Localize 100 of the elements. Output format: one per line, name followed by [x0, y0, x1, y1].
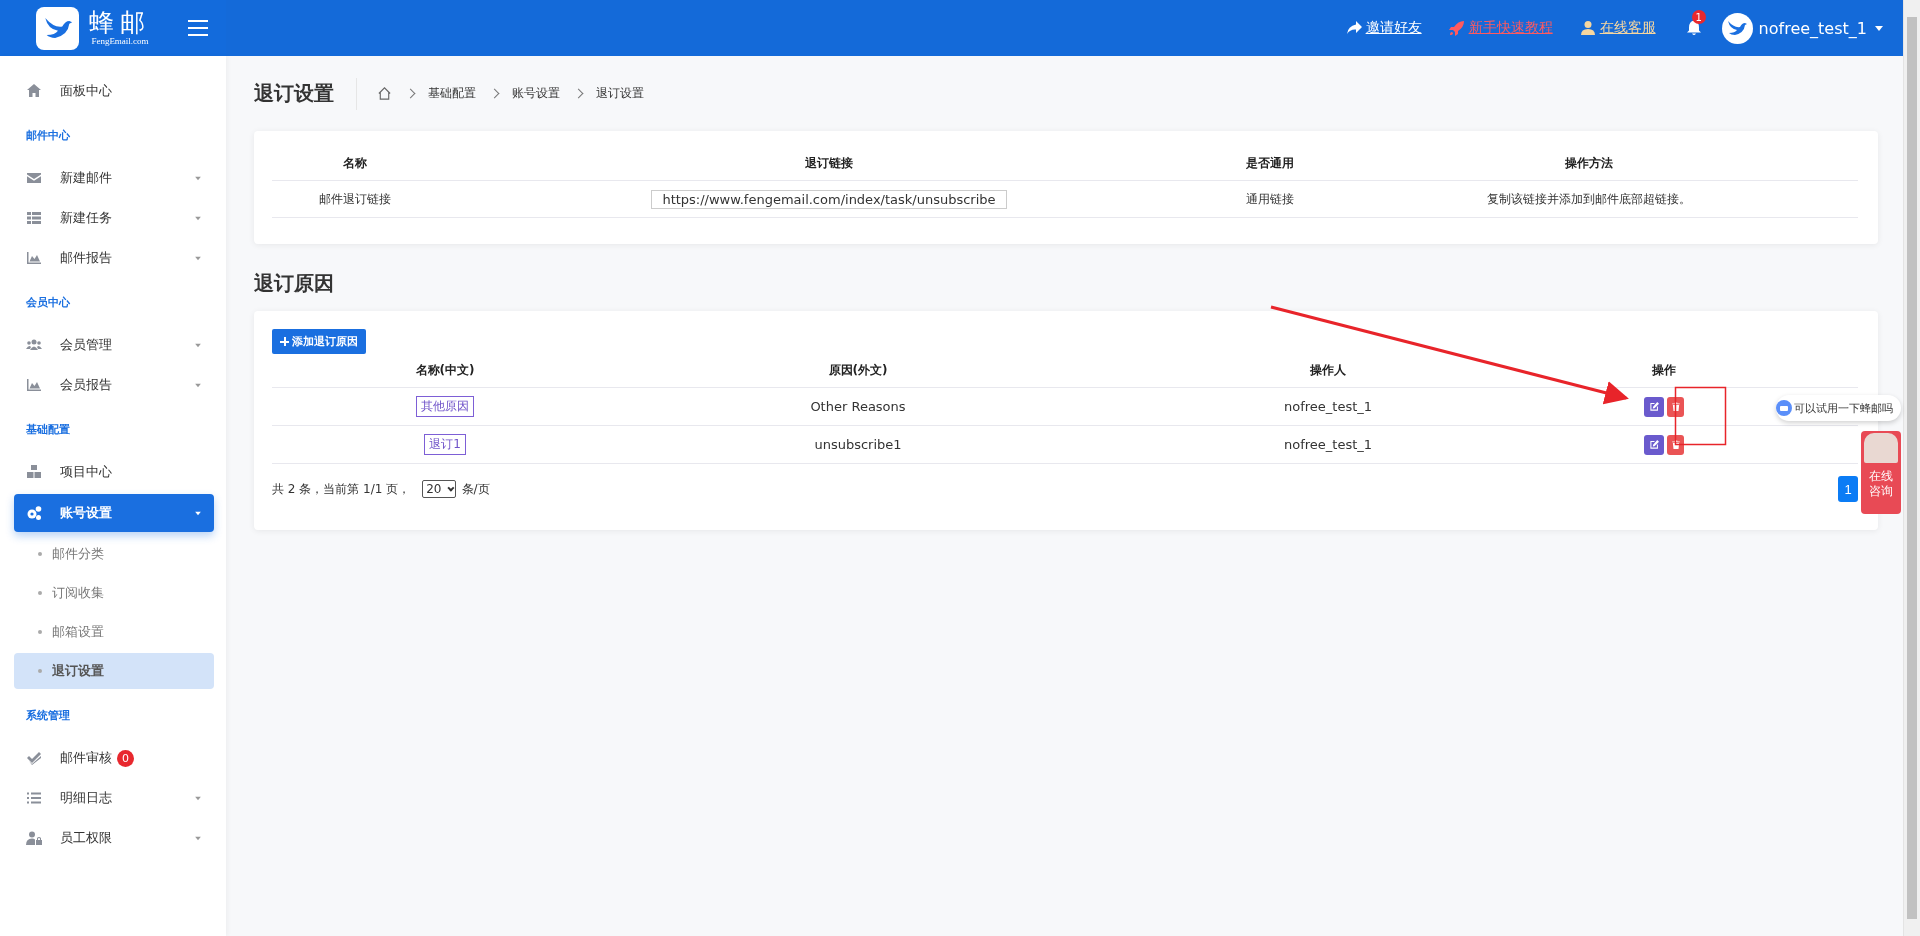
logo-subtitle: FengEmail.com [91, 37, 149, 46]
column-header: 退订链接 [438, 147, 1220, 181]
reason-tag: 其他原因 [416, 396, 474, 417]
table-cell: Other Reasons [618, 388, 1098, 426]
sidebar-item[interactable]: 新建邮件 [14, 159, 214, 197]
header-link[interactable]: 邀请好友 [1365, 19, 1422, 37]
reason-tag: 退订1 [424, 434, 466, 455]
sidebar-subitem-label: 邮件分类 [52, 545, 104, 563]
online-consult-button[interactable]: 在线 咨询 [1861, 431, 1901, 514]
page-button[interactable]: 1 [1838, 476, 1858, 502]
edit-icon [1648, 439, 1660, 450]
bullet-icon [38, 591, 42, 595]
sidebar-item[interactable]: 面板中心 [14, 72, 214, 110]
sidebar-subitem-label: 邮箱设置 [52, 623, 104, 641]
chat-bubble-text: 可以试用一下蜂邮吗 [1794, 400, 1893, 416]
column-header: 原因(外文) [618, 354, 1098, 388]
sidebar-item[interactable]: 会员报告 [14, 366, 214, 404]
users-icon [26, 337, 42, 353]
sidebar-item-label: 账号设置 [60, 504, 112, 522]
share-arrow-icon [1345, 20, 1362, 36]
sidebar-item[interactable]: 邮件审核 0 [14, 739, 214, 777]
sidebar-item-label: 面板中心 [60, 82, 112, 100]
edit-icon [1648, 401, 1660, 412]
table-cell: nofree_test_1 [1098, 426, 1558, 464]
area-chart-icon [26, 250, 42, 266]
sidebar-section-label: 会员中心 [25, 295, 71, 311]
sidebar-subitem-label: 订阅收集 [52, 584, 104, 602]
breadcrumb-link[interactable]: 基础配置 [428, 85, 476, 102]
count-badge: 0 [117, 749, 134, 767]
sidebar-section-label: 系统管理 [25, 708, 71, 724]
sidebar-item-label: 邮件报告 [60, 249, 112, 267]
list-icon [26, 790, 42, 806]
column-header: 操作 [1558, 354, 1770, 388]
gears-icon [26, 505, 42, 521]
sidebar-item-label: 新建任务 [60, 209, 112, 227]
chat-icon [1776, 400, 1792, 416]
page-title: 退订设置 [254, 80, 334, 107]
user-lock-icon [26, 830, 42, 846]
table-icon [26, 210, 42, 226]
logo-icon [36, 6, 79, 50]
sidebar-section-label: 基础配置 [25, 422, 71, 438]
link-field[interactable]: https://www.fengemail.com/index/task/unsubscribe [651, 189, 1007, 209]
header-link[interactable]: 在线客服 [1599, 19, 1656, 37]
section-title: 退订原因 [254, 270, 335, 297]
page-size-select[interactable]: 20 [422, 480, 456, 498]
sidebar-item[interactable]: 明细日志 [14, 779, 214, 817]
chat-bubble[interactable]: 可以试用一下蜂邮吗 [1776, 395, 1901, 421]
table-cell: unsubscribe1 [618, 426, 1098, 464]
notification-bell-icon [1685, 19, 1702, 36]
sidebar-subitem[interactable]: 订阅收集 [14, 575, 214, 611]
breadcrumb-link[interactable]: 账号设置 [512, 85, 560, 102]
column-header: 操作人 [1098, 354, 1558, 388]
sidebar-item[interactable]: 项目中心 [14, 453, 214, 491]
sidebar-subitem-label: 退订设置 [52, 662, 104, 680]
column-header: 名称 [272, 147, 438, 181]
sidebar-subitem[interactable]: 邮箱设置 [14, 614, 214, 650]
menu-icon[interactable] [188, 19, 208, 37]
trash-icon [1670, 439, 1681, 450]
avatar-icon [1721, 12, 1753, 44]
sidebar-item-label: 明细日志 [60, 789, 112, 807]
consult-label: 咨询 [1869, 484, 1893, 499]
bullet-icon [38, 630, 42, 634]
add-reason-button[interactable]: 添加退订原因 [272, 329, 366, 354]
column-header: 名称(中文) [272, 354, 618, 388]
home-icon [26, 83, 42, 99]
sidebar-item-label: 会员管理 [60, 336, 112, 354]
sidebar-item[interactable]: 邮件报告 [14, 239, 214, 277]
page-size-unit: 条/页 [461, 480, 490, 498]
rocket-icon [1448, 20, 1465, 36]
photo-placeholder [1864, 433, 1898, 463]
table-cell: nofree_test_1 [1098, 388, 1558, 426]
trash-icon [1670, 401, 1681, 412]
sidebar-item[interactable]: 员工权限 [14, 819, 214, 857]
envelope-icon [26, 170, 42, 186]
sidebar-item-label: 员工权限 [60, 829, 112, 847]
sidebar-item[interactable]: 会员管理 [14, 326, 214, 364]
breadcrumb-link[interactable]: 退订设置 [596, 85, 644, 102]
username-menu[interactable]: nofree_test_1 [1758, 18, 1867, 38]
notification-badge: 1 [1691, 10, 1706, 24]
highlight-box [1674, 386, 1727, 446]
edit-button[interactable] [1644, 434, 1664, 455]
table-cell: 邮件退订链接 [272, 181, 438, 218]
scrollbar[interactable] [1903, 0, 1920, 936]
edit-button[interactable] [1644, 396, 1664, 417]
consult-label: 在线 [1869, 469, 1893, 484]
bullet-icon [38, 552, 42, 556]
pagination-summary: 共 2 条，当前第 1/1 页， [272, 480, 411, 498]
column-header: 操作方法 [1320, 147, 1858, 181]
sidebar-subitem[interactable]: 邮件分类 [14, 536, 214, 572]
sidebar-item[interactable]: 账号设置 [14, 494, 214, 532]
sidebar-item-label: 新建邮件 [60, 169, 112, 187]
table-cell: 复制该链接并添加到邮件底部超链接。 [1320, 181, 1858, 218]
caret-icon [1875, 25, 1883, 31]
sidebar-subitem[interactable]: 退订设置 [14, 653, 214, 689]
home-icon[interactable] [377, 86, 392, 101]
area-chart-icon [26, 377, 42, 393]
sidebar-item-label: 会员报告 [60, 376, 112, 394]
sidebar-item[interactable]: 新建任务 [14, 199, 214, 237]
logo-title: 蜂邮 [89, 10, 151, 35]
sidebar-item-label: 项目中心 [60, 463, 112, 481]
